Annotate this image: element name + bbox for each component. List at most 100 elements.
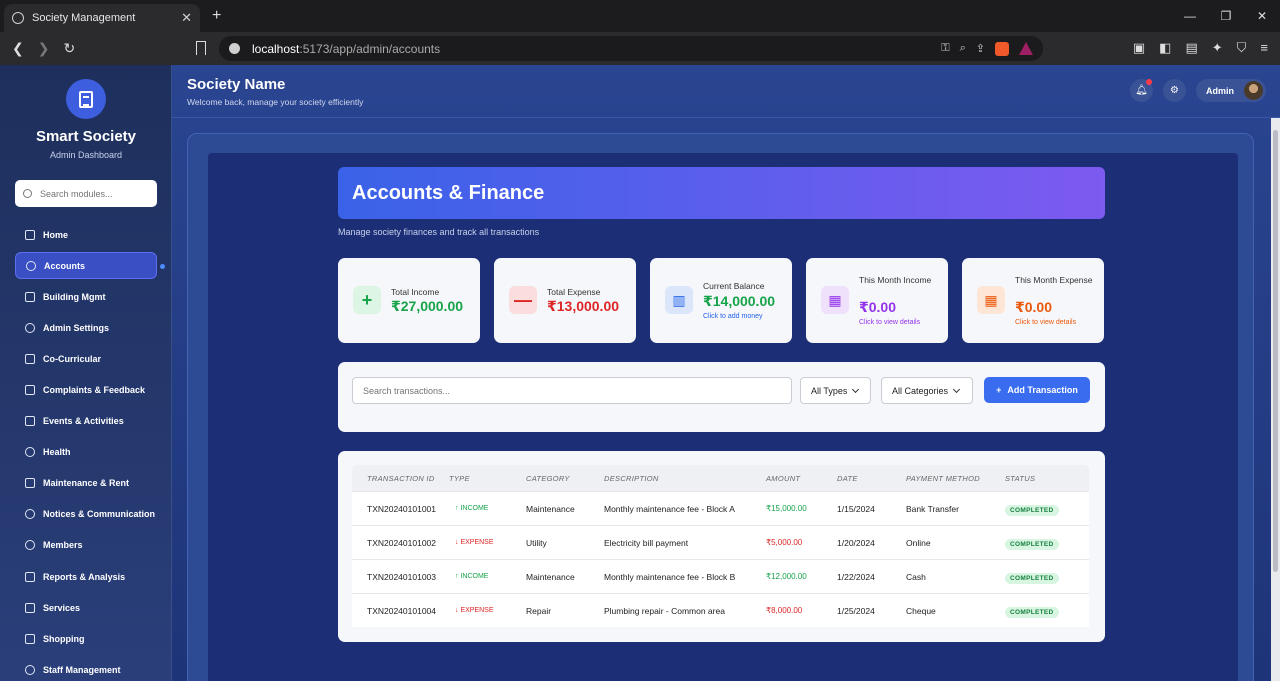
type-badge: ↓ EXPENSE — [455, 539, 494, 546]
vpn-icon[interactable]: ⛉ — [1237, 40, 1247, 56]
book-icon — [25, 353, 35, 364]
sidebar-item-health[interactable]: Health — [15, 439, 157, 466]
card-label: Current Balance — [703, 281, 765, 291]
sidebar-item-co-curricular[interactable]: Co-Curricular — [15, 345, 157, 372]
sidebar-item-accounts[interactable]: Accounts — [15, 252, 165, 280]
sidebar-item-staff[interactable]: Staff Management — [15, 656, 157, 681]
module-search[interactable] — [15, 180, 157, 207]
notification-dot — [1146, 79, 1152, 85]
cart-icon — [25, 633, 35, 644]
plus-icon: + — [996, 385, 1002, 395]
admin-label: Admin — [1206, 85, 1234, 96]
table-row[interactable]: TXN20240101001 ↑ INCOME Maintenance Mont… — [352, 491, 1089, 525]
zoom-icon[interactable]: ⌕ — [960, 42, 966, 56]
col-date: DATE — [837, 473, 858, 483]
chevron-down-icon — [952, 385, 961, 393]
col-category: CATEGORY — [526, 473, 570, 483]
module-search-input[interactable] — [40, 188, 140, 199]
page-title: Accounts & Finance — [338, 167, 1105, 219]
card-total-expense: — Total Expense ₹13,000.00 — [494, 258, 636, 343]
col-transaction-id: TRANSACTION ID — [367, 473, 435, 483]
sidebar-item-home[interactable]: Home — [15, 221, 157, 248]
col-type: TYPE — [449, 473, 470, 483]
site-info-icon[interactable] — [229, 43, 240, 54]
table-row[interactable]: TXN20240101002 ↓ EXPENSE Utility Electri… — [352, 525, 1089, 559]
sidebar-item-shopping[interactable]: Shopping — [15, 625, 157, 652]
sidebar-item-complaints[interactable]: Complaints & Feedback — [15, 376, 157, 403]
browser-tab-bar: Society Management ✕ + — ❐ ✕ — [0, 0, 1280, 32]
notification-button[interactable]: 🔔︎ — [1130, 79, 1153, 102]
sidebar-item-admin-settings[interactable]: Admin Settings — [15, 314, 157, 341]
category-select[interactable]: All Categories — [881, 377, 973, 404]
settings-button[interactable]: ⚙ — [1163, 79, 1186, 102]
transaction-search-input[interactable] — [352, 377, 792, 404]
sidebar-toggle-icon[interactable]: ◧ — [1159, 40, 1171, 56]
sidebar-item-events[interactable]: Events & Activities — [15, 408, 157, 435]
maximize-icon[interactable]: ❐ — [1208, 0, 1244, 32]
heart-icon — [25, 447, 35, 458]
close-tab-icon[interactable]: ✕ — [181, 10, 192, 26]
app-root: Smart Society Admin Dashboard Home Accou… — [0, 65, 1280, 681]
url-text: localhost:5173/app/admin/accounts — [252, 41, 441, 56]
type-select[interactable]: All Types — [800, 377, 871, 404]
forward-icon[interactable]: ❯ — [38, 40, 50, 57]
users-icon — [25, 540, 35, 551]
table-row[interactable]: TXN20240101003 ↑ INCOME Maintenance Mont… — [352, 559, 1089, 593]
chevron-down-icon — [852, 385, 860, 393]
card-total-income: + Total Income ₹27,000.00 — [338, 258, 480, 343]
card-hint[interactable]: Click to view details — [859, 319, 920, 326]
building-logo-icon — [66, 79, 106, 119]
sidebar-item-reports[interactable]: Reports & Analysis — [15, 563, 157, 590]
admin-profile-button[interactable]: Admin — [1196, 79, 1266, 102]
share-icon[interactable]: ⇪ — [976, 42, 985, 56]
sidebar-item-services[interactable]: Services — [15, 594, 157, 621]
card-month-expense[interactable]: ▦ This Month Expense ₹0.00 Click to view… — [962, 258, 1104, 343]
type-badge: ↓ EXPENSE — [455, 607, 494, 614]
rewards-icon[interactable] — [1019, 41, 1033, 55]
user-circle-icon — [26, 260, 36, 271]
sidebar-item-maintenance[interactable]: Maintenance & Rent — [15, 470, 157, 497]
sidebar-menu: Home Accounts Building Mgmt Admin Settin… — [15, 221, 165, 681]
card-label: Total Income — [391, 287, 440, 297]
card-month-income[interactable]: ▦ This Month Income ₹0.00 Click to view … — [806, 258, 948, 343]
card-value: ₹0.00 — [1015, 299, 1052, 315]
sidebar-item-members[interactable]: Members — [15, 532, 157, 559]
sidebar-item-building-mgmt[interactable]: Building Mgmt — [15, 283, 157, 310]
summary-cards: + Total Income ₹27,000.00 — Total Expens… — [338, 258, 1104, 343]
new-tab-button[interactable]: + — [212, 7, 221, 25]
card-value: ₹27,000.00 — [391, 298, 464, 314]
plus-icon: + — [353, 286, 381, 314]
calendar-icon: ▦ — [821, 286, 849, 314]
wallet-icon[interactable]: ▤ — [1185, 40, 1197, 56]
transactions-table: TRANSACTION ID TYPE CATEGORY DESCRIPTION… — [352, 465, 1089, 627]
browser-tab[interactable]: Society Management ✕ — [4, 4, 200, 32]
society-name: Society Name — [187, 76, 286, 93]
back-icon[interactable]: ❮ — [12, 40, 24, 57]
brave-shield-icon[interactable] — [995, 41, 1009, 56]
add-transaction-button[interactable]: + Add Transaction — [984, 377, 1090, 403]
close-window-icon[interactable]: ✕ — [1244, 0, 1280, 32]
url-field[interactable]: localhost:5173/app/admin/accounts ⚿ ⌕ ⇪ — [219, 36, 1043, 61]
reload-icon[interactable]: ↻ — [63, 40, 75, 57]
filter-bar: All Types All Categories +Add Transactio… — [338, 362, 1105, 432]
card-hint[interactable]: Click to add money — [703, 313, 763, 320]
leo-icon[interactable]: ✦ — [1212, 40, 1223, 56]
chart-icon — [25, 571, 35, 582]
bookmark-icon[interactable] — [196, 41, 206, 55]
address-bar: ❮ ❯ ↻ localhost:5173/app/admin/accounts … — [0, 32, 1280, 65]
table-row[interactable]: TXN20240101004 ↓ EXPENSE Repair Plumbing… — [352, 593, 1089, 627]
minimize-icon[interactable]: — — [1172, 0, 1208, 32]
media-icon[interactable]: ▣ — [1133, 40, 1145, 56]
warning-icon — [25, 384, 35, 395]
page-subtitle: Manage society finances and track all tr… — [338, 227, 540, 237]
tab-title: Society Management — [32, 12, 136, 24]
card-current-balance[interactable]: ▥ Current Balance ₹14,000.00 Click to ad… — [650, 258, 792, 343]
card-hint[interactable]: Click to view details — [1015, 319, 1076, 326]
gear-icon: ⚙ — [1170, 85, 1179, 96]
page-scrollbar[interactable] — [1271, 118, 1280, 681]
scrollbar-thumb[interactable] — [1273, 130, 1278, 572]
transactions-table-card: TRANSACTION ID TYPE CATEGORY DESCRIPTION… — [338, 451, 1105, 642]
sidebar-item-notices[interactable]: Notices & Communication — [15, 501, 157, 528]
key-icon[interactable]: ⚿ — [941, 42, 949, 56]
menu-icon[interactable]: ≡ — [1260, 40, 1268, 56]
